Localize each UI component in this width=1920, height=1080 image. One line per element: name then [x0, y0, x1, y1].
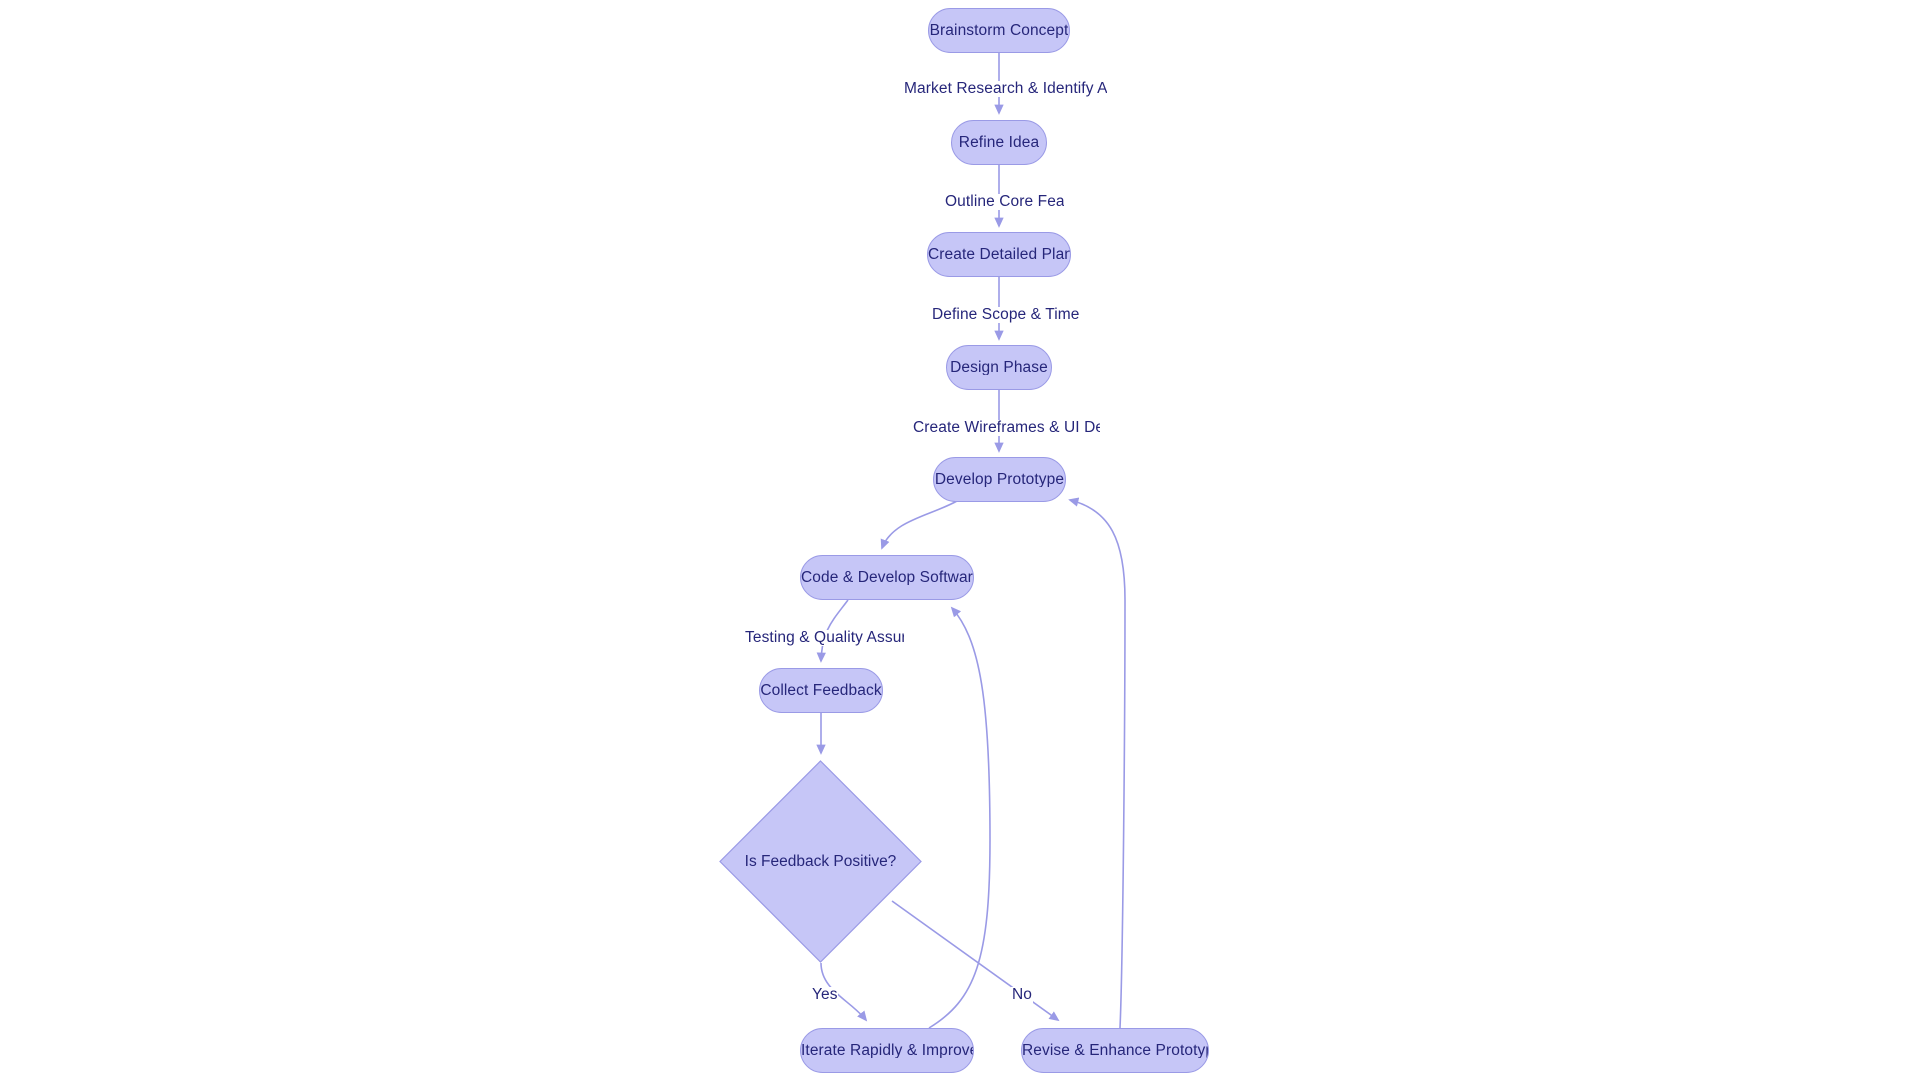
- edge-label-create-wireframes-ui-design: Create Wireframes & UI Design: [912, 420, 1100, 436]
- edge-label-text: Market Research & Identify Audience: [904, 81, 1107, 97]
- edge-label-yes: Yes: [811, 987, 838, 1003]
- edge-label-no: No: [1011, 987, 1034, 1003]
- node-iterate-rapidly-improve[interactable]: Iterate Rapidly & Improve: [800, 1028, 974, 1073]
- node-refine-idea[interactable]: Refine Idea: [951, 120, 1047, 165]
- edge-label-text: Create Wireframes & UI Design: [913, 420, 1100, 436]
- node-develop-prototype[interactable]: Develop Prototype: [933, 457, 1066, 502]
- flowchart-canvas: Brainstorm Concept Refine Idea Create De…: [0, 0, 1920, 1080]
- node-label: Collect Feedback: [760, 682, 882, 699]
- edge-iterate-code: [928, 606, 991, 1029]
- edge-prototype-code: [880, 500, 958, 550]
- node-revise-enhance-prototype[interactable]: Revise & Enhance Prototype: [1021, 1028, 1209, 1073]
- node-label: Design Phase: [950, 359, 1048, 376]
- node-label: Create Detailed Plan: [928, 246, 1070, 263]
- edge-label-outline-core-features: Outline Core Features: [944, 194, 1064, 210]
- edge-label-market-research: Market Research & Identify Audience: [903, 81, 1107, 97]
- edge-revise-prototype: [1068, 497, 1126, 1029]
- node-label: Is Feedback Positive?: [744, 852, 897, 870]
- node-label: Code & Develop Software: [801, 569, 973, 586]
- node-brainstorm-concept[interactable]: Brainstorm Concept: [928, 8, 1070, 53]
- node-label: Brainstorm Concept: [929, 22, 1069, 39]
- node-is-feedback-positive[interactable]: Is Feedback Positive?: [719, 760, 922, 963]
- node-design-phase[interactable]: Design Phase: [946, 345, 1052, 390]
- node-label: Iterate Rapidly & Improve: [801, 1042, 973, 1059]
- node-create-detailed-plan[interactable]: Create Detailed Plan: [927, 232, 1071, 277]
- node-code-develop-software[interactable]: Code & Develop Software: [800, 555, 974, 600]
- edge-layer: [816, 53, 1126, 1029]
- edge-label-testing-quality-assurance: Testing & Quality Assurance: [744, 630, 904, 646]
- edge-label-text: Yes: [812, 987, 838, 1003]
- edge-label-text: Testing & Quality Assurance: [745, 630, 904, 646]
- node-collect-feedback[interactable]: Collect Feedback: [759, 668, 883, 713]
- edge-label-text: No: [1012, 987, 1033, 1003]
- node-label: Refine Idea: [958, 134, 1040, 151]
- edge-label-text: Define Scope & Timelines: [932, 307, 1079, 323]
- edge-label-text: Outline Core Features: [945, 194, 1064, 210]
- node-label: Revise & Enhance Prototype: [1022, 1042, 1208, 1059]
- node-label: Develop Prototype: [934, 471, 1065, 488]
- edge-label-define-scope-timelines: Define Scope & Timelines: [931, 307, 1079, 323]
